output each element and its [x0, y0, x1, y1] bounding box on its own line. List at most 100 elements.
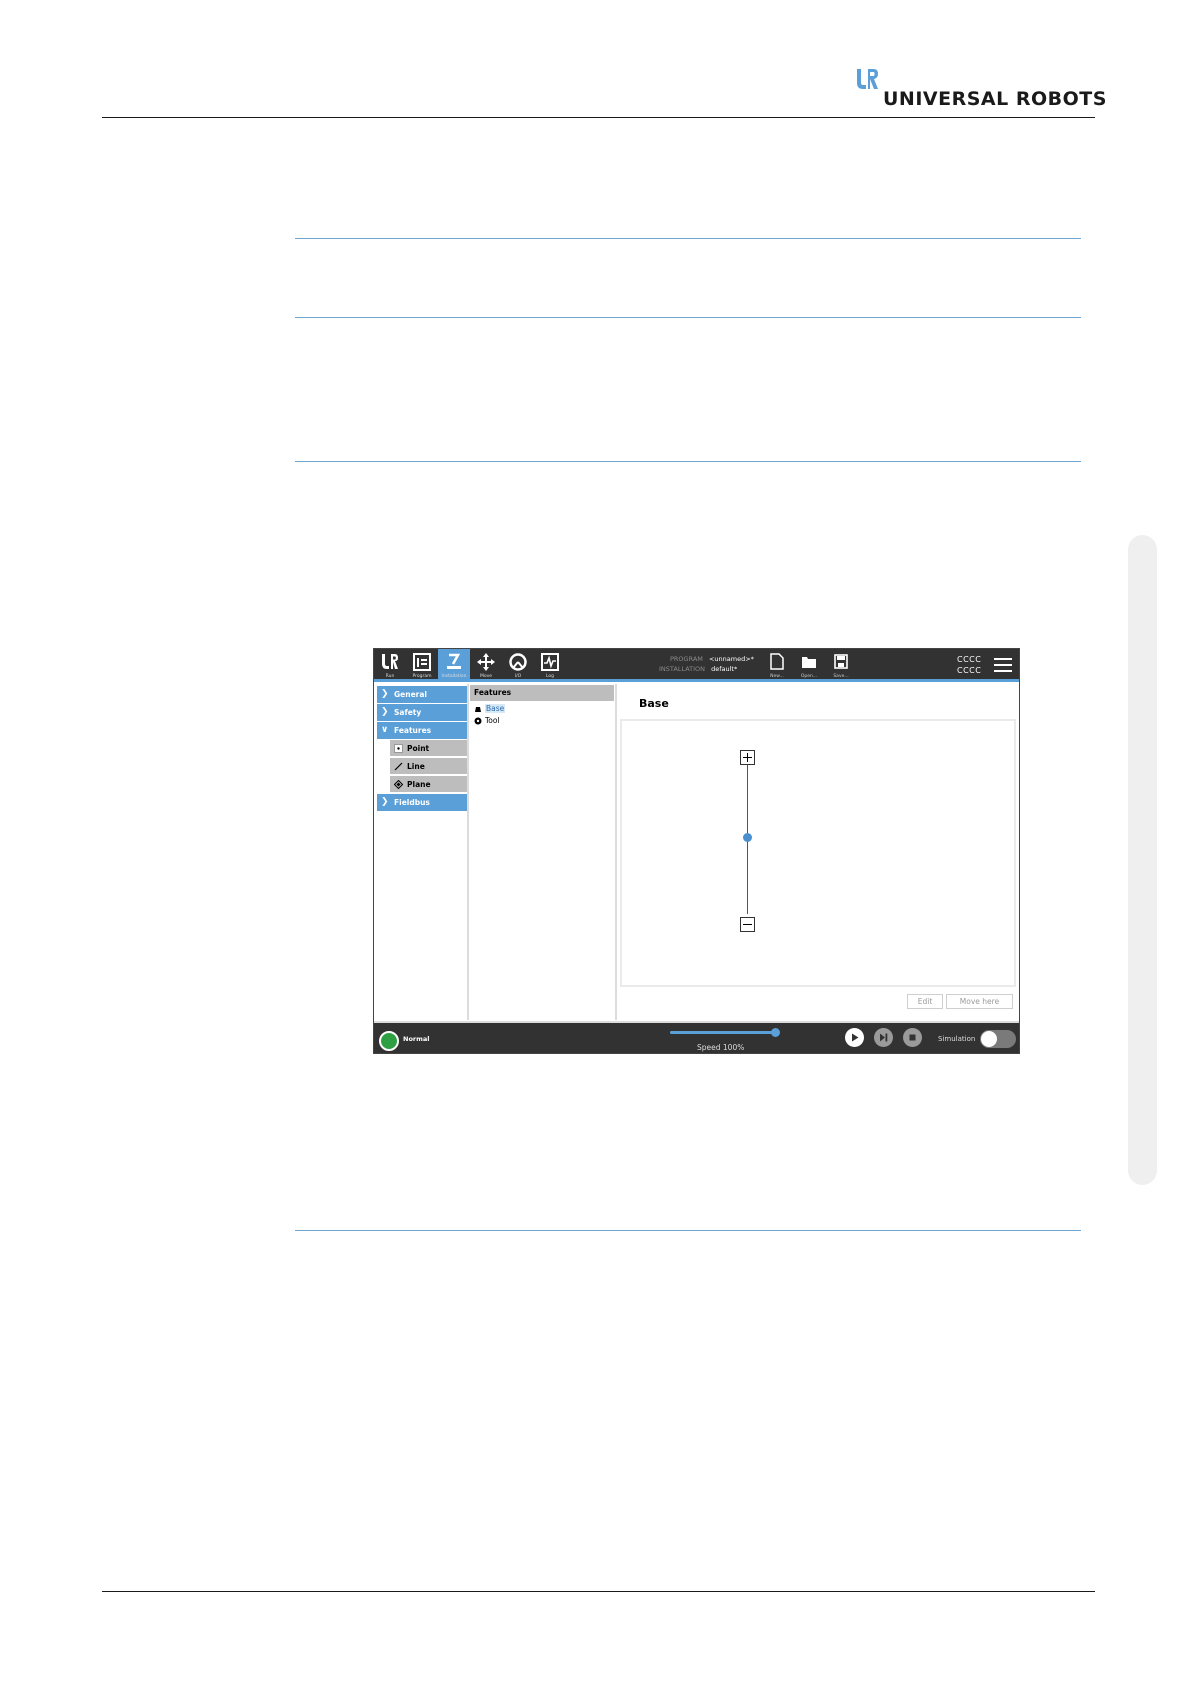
program-key: PROGRAM [670, 655, 703, 663]
speed-slider-track[interactable] [670, 1031, 774, 1034]
tree-item-tool-label: Tool [485, 716, 500, 725]
new-file-icon [770, 653, 784, 670]
tree-item-base-label: Base [485, 704, 506, 713]
menu-general[interactable]: ❯ General [377, 686, 467, 703]
3d-viewport[interactable] [620, 719, 1016, 987]
stop-button[interactable] [903, 1028, 922, 1047]
installation-menu: ❯ General ❯ Safety ∨ Features Point Line [376, 684, 469, 1020]
feature-tree-header: Features [470, 685, 614, 701]
nav-log[interactable]: Log [534, 649, 566, 682]
tree-item-base[interactable]: Base [474, 703, 506, 714]
play-icon [852, 1033, 859, 1042]
nav-run-label: Run [385, 674, 395, 679]
footer-rule [102, 1591, 1095, 1592]
line-icon [394, 762, 403, 771]
top-bar: Run Program Installation Move I/O Log PR… [374, 649, 1019, 682]
nav-io-label: I/O [514, 674, 522, 679]
nav-run[interactable]: Run [374, 649, 406, 682]
installation-value: default* [711, 665, 738, 673]
save-button[interactable]: Save... [827, 651, 855, 681]
move-arrows-icon [477, 653, 495, 671]
nav-move-label: Move [479, 674, 493, 679]
robot-id-line1: CCCC [957, 655, 982, 664]
menu-features[interactable]: ∨ Features [377, 722, 467, 739]
menu-line[interactable]: Line [390, 758, 467, 775]
menu-plane[interactable]: Plane [390, 776, 467, 793]
section-rule [295, 317, 1081, 318]
save-button-label: Save... [833, 674, 849, 679]
menu-safety[interactable]: ❯ Safety [377, 704, 467, 721]
edit-button[interactable]: Edit [907, 994, 943, 1009]
menu-features-label: Features [394, 726, 432, 735]
folder-icon [802, 657, 816, 668]
step-button[interactable] [874, 1028, 893, 1047]
feature-tree: Features Base Tool [470, 684, 617, 1020]
ur-logo-icon [857, 69, 878, 89]
ur-logo-icon [382, 654, 398, 669]
simulation-label: Simulation [938, 1035, 976, 1043]
robot-status-label: Normal [403, 1035, 430, 1043]
chevron-right-icon: ❯ [381, 797, 389, 807]
simulation-toggle-knob [981, 1031, 997, 1047]
zoom-slider-handle[interactable] [743, 833, 752, 842]
section-rule [295, 1230, 1081, 1231]
nav-log-label: Log [545, 674, 555, 679]
menu-line-label: Line [407, 762, 425, 771]
plus-icon [743, 753, 752, 762]
simulation-toggle[interactable] [980, 1030, 1016, 1048]
save-disk-icon [834, 654, 848, 669]
chevron-right-icon: ❯ [381, 707, 389, 717]
step-icon [880, 1033, 888, 1042]
robot-status-indicator[interactable] [379, 1031, 399, 1051]
brand-name: UNIVERSAL ROBOTS [883, 88, 1107, 110]
menu-fieldbus[interactable]: ❯ Fieldbus [377, 794, 467, 811]
menu-point-label: Point [407, 744, 430, 753]
header-rule [102, 117, 1095, 118]
menu-safety-label: Safety [394, 708, 422, 717]
menu-fieldbus-label: Fieldbus [394, 798, 430, 807]
play-button[interactable] [845, 1028, 864, 1047]
stop-icon [909, 1034, 916, 1041]
chevron-right-icon: ❯ [381, 689, 389, 699]
bottom-bar: Normal Speed 100% Simulation [374, 1021, 1019, 1053]
zoom-out-button[interactable] [740, 917, 755, 932]
tree-item-tool[interactable]: Tool [474, 715, 500, 726]
io-gauge-icon [509, 653, 527, 671]
zoom-in-button[interactable] [740, 750, 755, 765]
new-button[interactable]: New... [763, 651, 791, 681]
open-button-label: Open... [800, 674, 818, 679]
speed-label: Speed 100% [697, 1043, 745, 1052]
nav-move[interactable]: Move [470, 649, 502, 682]
nav-program-label: Program [412, 674, 432, 679]
program-icon [413, 653, 431, 671]
open-button[interactable]: Open... [795, 651, 823, 681]
nav-io[interactable]: I/O [502, 649, 534, 682]
installation-info: INSTALLATION default* [659, 665, 737, 673]
section-rule [295, 461, 1081, 462]
chevron-down-icon: ∨ [381, 725, 389, 735]
program-value: <unnamed>* [708, 655, 754, 663]
installation-icon [447, 653, 461, 669]
section-rule [295, 238, 1081, 239]
chapter-side-tab [1128, 535, 1157, 1185]
nav-installation[interactable]: Installation [438, 649, 470, 682]
speed-slider-handle[interactable] [771, 1028, 780, 1037]
page-title: Base [639, 697, 669, 710]
polyscope-screenshot: Run Program Installation Move I/O Log PR… [373, 648, 1020, 1054]
new-button-label: New... [770, 674, 784, 679]
universal-robots-logo: UNIVERSAL ROBOTS [855, 68, 1106, 112]
log-chart-icon [541, 653, 559, 671]
menu-general-label: General [394, 690, 427, 699]
hamburger-menu-icon[interactable] [994, 658, 1012, 673]
tool-icon [474, 717, 482, 725]
minus-icon [743, 924, 752, 925]
installation-key: INSTALLATION [659, 665, 706, 673]
point-icon [394, 744, 403, 753]
program-info: PROGRAM <unnamed>* [670, 655, 754, 663]
menu-plane-label: Plane [407, 780, 431, 789]
menu-point[interactable]: Point [390, 740, 467, 757]
move-here-button[interactable]: Move here [946, 994, 1013, 1009]
robot-id-line2: CCCC [957, 666, 982, 675]
base-icon [475, 707, 481, 712]
nav-program[interactable]: Program [406, 649, 438, 682]
